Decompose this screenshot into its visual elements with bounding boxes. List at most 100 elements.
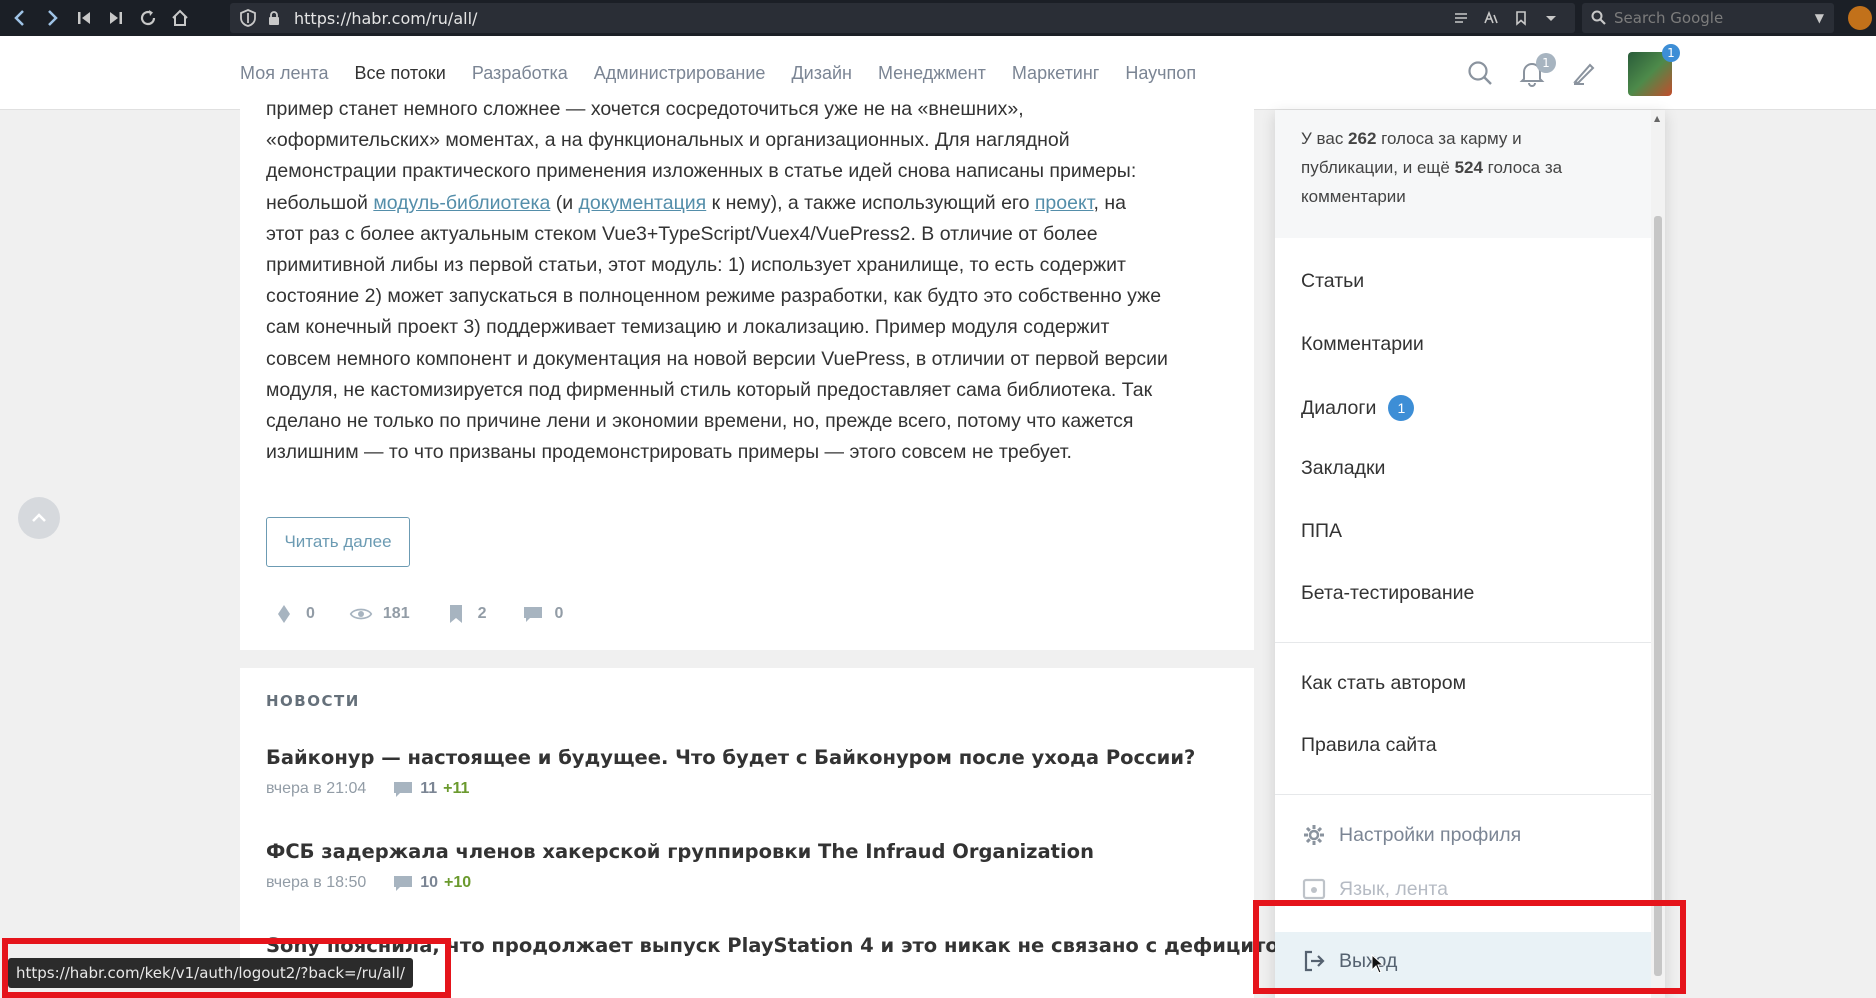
url-text[interactable]: https://habr.com/ru/all/	[294, 9, 477, 28]
search-icon	[1591, 10, 1606, 25]
address-bar[interactable]: https://habr.com/ru/all/	[230, 3, 1575, 33]
notifications-bell-icon[interactable]: 1	[1518, 53, 1556, 89]
lock-icon[interactable]	[266, 10, 282, 26]
votes-stat[interactable]: 0	[272, 602, 315, 626]
extension-icon[interactable]	[1848, 6, 1872, 30]
shield-icon[interactable]	[238, 8, 258, 28]
menu-item-label: Как стать автором	[1301, 672, 1466, 694]
scroll-to-top-button[interactable]	[18, 497, 60, 539]
search-placeholder: Search Google	[1614, 9, 1724, 27]
project-link[interactable]: проект	[1035, 192, 1094, 214]
back-icon[interactable]	[4, 0, 36, 36]
menu-scrollbar[interactable]: ▲	[1651, 110, 1665, 998]
comments-count: 0	[554, 605, 564, 622]
menu-item-comments[interactable]: Комментарии	[1301, 333, 1424, 356]
chevron-up-icon	[32, 513, 46, 522]
article-line: «оформительских» моментах, а на функцион…	[266, 129, 1070, 152]
gear-icon	[1304, 825, 1324, 845]
forward-icon[interactable]	[36, 0, 68, 36]
news-headline[interactable]: Байконур — настоящее и будущее. Что буде…	[266, 746, 1195, 769]
menu-item-become-author[interactable]: Как стать автором	[1301, 672, 1466, 695]
highlight-box	[1253, 900, 1686, 994]
translate-icon[interactable]	[1483, 10, 1499, 26]
menu-item-label: Настройки профиля	[1339, 823, 1522, 846]
views-count: 181	[382, 605, 410, 622]
menu-item-bookmarks[interactable]: Закладки	[1301, 457, 1385, 480]
nav-development[interactable]: Разработка	[472, 63, 568, 84]
nav-management[interactable]: Менеджмент	[878, 63, 986, 84]
nav-design[interactable]: Дизайн	[791, 63, 852, 84]
write-publication-icon[interactable]	[1570, 59, 1600, 89]
news-comments[interactable]: 10 +10	[392, 873, 471, 893]
text: публикации, и ещё	[1301, 158, 1455, 177]
menu-item-articles[interactable]: Статьи	[1301, 270, 1364, 293]
votes-count: 0	[306, 605, 315, 622]
bookmarks-stat[interactable]: 2	[444, 602, 487, 626]
news-time: вчера в 21:04	[266, 780, 367, 797]
text: (и	[550, 191, 579, 214]
scroll-up-arrow-icon[interactable]: ▲	[1654, 114, 1660, 123]
text: , на	[1093, 191, 1126, 214]
rating-icon	[278, 605, 290, 623]
menu-item-site-rules[interactable]: Правила сайта	[1301, 734, 1437, 757]
article-body: пример станет немного сложнее — хочется …	[266, 94, 1232, 468]
text: к нему), а также использующий его	[706, 191, 1035, 214]
menu-item-label: Комментарии	[1301, 333, 1424, 355]
menu-item-language-feed[interactable]: Язык, лента	[1301, 876, 1448, 902]
new-comments-count: +10	[444, 874, 472, 891]
menu-item-label: Закладки	[1301, 457, 1386, 479]
text: голоса за карму и	[1376, 129, 1522, 148]
skip-forward-icon[interactable]	[100, 0, 132, 36]
news-comments[interactable]: 11 +11	[392, 779, 469, 799]
text: У вас	[1301, 129, 1349, 148]
avatar[interactable]: 1	[1628, 44, 1680, 96]
library-module-link[interactable]: модуль-библиотека	[373, 192, 550, 214]
documentation-link[interactable]: документация	[579, 192, 707, 214]
article-line: сам конечный проект 3) поддерживает теми…	[266, 316, 1110, 339]
comment-icon	[523, 607, 542, 622]
dialogs-badge: 1	[1388, 395, 1415, 421]
news-item: ФСБ задержала членов хакерской группиров…	[266, 840, 1094, 893]
article-line: модуля, не кастомизируется под фирменный…	[266, 378, 1153, 401]
menu-item-label: ППА	[1301, 520, 1343, 542]
home-icon[interactable]	[164, 0, 196, 36]
chevron-down-icon[interactable]	[1543, 10, 1559, 26]
avatar-badge: 1	[1662, 44, 1680, 62]
menu-item-dialogs[interactable]: Диалоги 1	[1301, 395, 1415, 421]
news-headline[interactable]: ФСБ задержала членов хакерской группиров…	[266, 840, 1094, 863]
nav-administration[interactable]: Администрирование	[594, 63, 766, 84]
comments-count: 11	[420, 780, 438, 797]
karma-votes: 262	[1348, 129, 1377, 148]
skip-back-icon[interactable]	[68, 0, 100, 36]
reader-view-icon[interactable]	[1453, 10, 1469, 26]
menu-item-profile-settings[interactable]: Настройки профиля	[1301, 822, 1521, 848]
nav-my-feed[interactable]: Моя лента	[240, 63, 328, 84]
views-stat: 181	[349, 602, 410, 626]
search-engine-dropdown-icon[interactable]: ▼	[1815, 11, 1824, 25]
text: голоса за	[1482, 158, 1563, 177]
news-heading[interactable]: НОВОСТИ	[266, 692, 360, 710]
article-line: совсем немного компонент и документация …	[266, 347, 1168, 370]
bookmark-icon	[449, 605, 462, 623]
nav-popular-science[interactable]: Научпоп	[1125, 63, 1196, 84]
reload-icon[interactable]	[132, 0, 164, 36]
new-comments-count: +11	[443, 780, 470, 797]
highlight-box	[2, 938, 451, 998]
article-line: состояние 2) может запускаться в полноце…	[266, 285, 1162, 308]
search-box[interactable]: Search Google ▼	[1582, 3, 1834, 33]
menu-item-ppa[interactable]: ППА	[1301, 520, 1342, 543]
nav-all-streams[interactable]: Все потоки	[354, 63, 445, 84]
menu-item-label: Статьи	[1301, 270, 1365, 292]
nav-marketing[interactable]: Маркетинг	[1012, 63, 1100, 84]
text: комментарии	[1301, 187, 1406, 206]
divider	[1275, 642, 1651, 643]
menu-item-label: Бета-тестирование	[1301, 582, 1475, 604]
menu-item-beta-testing[interactable]: Бета-тестирование	[1301, 582, 1474, 605]
bookmark-icon[interactable]	[1513, 10, 1529, 26]
comments-stat[interactable]: 0	[521, 602, 564, 626]
news-item: Байконур — настоящее и будущее. Что буде…	[266, 746, 1195, 799]
menu-item-label: Правила сайта	[1301, 734, 1437, 756]
search-icon[interactable]	[1466, 59, 1496, 89]
read-more-button[interactable]: Читать далее	[266, 517, 410, 567]
scrollbar-thumb[interactable]	[1654, 216, 1662, 976]
